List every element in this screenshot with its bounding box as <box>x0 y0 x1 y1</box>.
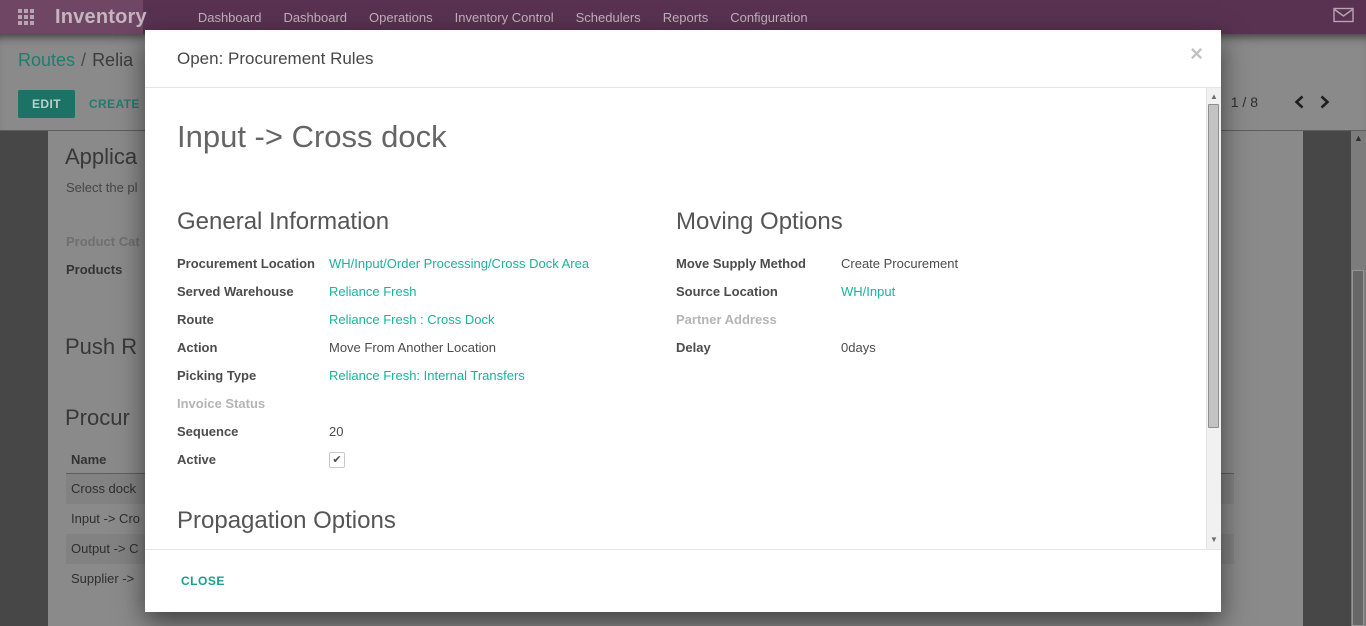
field-label: Action <box>177 340 329 355</box>
field-row: Procurement LocationWH/Input/Order Proce… <box>177 256 676 271</box>
field-value: Move From Another Location <box>329 340 496 355</box>
field-label: Delay <box>676 340 841 355</box>
push-rules-heading: Push R <box>65 334 137 360</box>
navbar-systray <box>1333 7 1354 28</box>
modal-scrollbar-thumb[interactable] <box>1208 104 1219 428</box>
nav-item-inventory-control[interactable]: Inventory Control <box>444 10 565 25</box>
modal-body: Input -> Cross dock General Information … <box>145 88 1221 550</box>
moving-options-heading: Moving Options <box>676 208 1174 236</box>
field-label: Picking Type <box>177 368 329 383</box>
field-value: Create Procurement <box>841 256 958 271</box>
field-row: Picking TypeReliance Fresh: Internal Tra… <box>177 368 676 383</box>
pager-value: 1 / 8 <box>1231 94 1258 110</box>
field-value-link[interactable]: Reliance Fresh <box>329 284 416 299</box>
general-information-section: General Information Procurement Location… <box>177 208 676 481</box>
breadcrumb-routes-link[interactable]: Routes <box>18 50 75 70</box>
field-row: Invoice Status <box>177 396 676 411</box>
control-panel-buttons: EDIT CREATE <box>18 90 140 118</box>
breadcrumb-separator: / <box>75 50 92 70</box>
app-title[interactable]: Inventory <box>55 6 147 29</box>
modal-title: Open: Procurement Rules <box>177 49 374 69</box>
pager-previous-button[interactable] <box>1294 95 1305 109</box>
field-row: Active✔ <box>177 452 676 468</box>
field-label: Move Supply Method <box>676 256 841 271</box>
nav-item-configuration[interactable]: Configuration <box>719 10 818 25</box>
general-information-heading: General Information <box>177 208 676 236</box>
nav-item-reports[interactable]: Reports <box>652 10 720 25</box>
field-row: Served WarehouseReliance Fresh <box>177 284 676 299</box>
moving-options-section: Moving Options Move Supply MethodCreate … <box>676 208 1174 481</box>
procurement-rules-heading: Procur <box>65 405 130 431</box>
field-label: Served Warehouse <box>177 284 329 299</box>
apps-menu-icon[interactable] <box>18 9 34 25</box>
propagation-options-heading: Propagation Options <box>177 507 1174 535</box>
pager-next-button[interactable] <box>1319 95 1330 109</box>
applicable-help-text: Select the pl <box>66 180 138 195</box>
product-categories-label: Product Cat <box>66 234 140 249</box>
close-icon[interactable]: × <box>1190 43 1203 65</box>
page-scrollbar-thumb[interactable] <box>1352 270 1364 626</box>
scroll-down-icon[interactable]: ▼ <box>1207 535 1221 544</box>
field-label: Source Location <box>676 284 841 299</box>
record-title: Input -> Cross dock <box>177 119 1174 155</box>
breadcrumb: Routes/Relia <box>18 50 133 71</box>
field-label: Sequence <box>177 424 329 439</box>
field-label: Invoice Status <box>177 396 329 411</box>
field-value-link[interactable]: Reliance Fresh: Internal Transfers <box>329 368 525 383</box>
field-label: Active <box>177 452 329 467</box>
modal-footer: CLOSE <box>145 550 1221 612</box>
nav-item-operations[interactable]: Operations <box>358 10 444 25</box>
nav-item-dashboard[interactable]: Dashboard <box>272 10 358 25</box>
messages-envelope-icon[interactable] <box>1333 7 1354 28</box>
field-row: Partner Address <box>676 312 1174 327</box>
field-columns: General Information Procurement Location… <box>177 208 1174 481</box>
breadcrumb-current: Relia <box>92 50 133 70</box>
applicable-on-heading: Applica <box>65 144 137 170</box>
modal-scrollbar[interactable]: ▲ ▼ <box>1206 88 1221 549</box>
field-row: RouteReliance Fresh : Cross Dock <box>177 312 676 327</box>
field-row: Move Supply MethodCreate Procurement <box>676 256 1174 271</box>
field-label: Procurement Location <box>177 256 329 271</box>
field-value-link[interactable]: WH/Input <box>841 284 895 299</box>
scroll-up-icon[interactable]: ▲ <box>1207 92 1221 101</box>
edit-button[interactable]: EDIT <box>18 90 75 118</box>
create-button[interactable]: CREATE <box>89 97 140 111</box>
nav-item-schedulers[interactable]: Schedulers <box>565 10 652 25</box>
screen: Inventory DashboardDashboardOperationsIn… <box>0 0 1366 626</box>
field-value-link[interactable]: WH/Input/Order Processing/Cross Dock Are… <box>329 256 589 271</box>
active-checkbox[interactable]: ✔ <box>329 452 345 468</box>
field-value: 20 <box>329 424 343 439</box>
navbar-menu: DashboardDashboardOperationsInventory Co… <box>187 10 819 25</box>
field-label: Route <box>177 312 329 327</box>
close-button[interactable]: CLOSE <box>177 566 229 596</box>
field-row: Source LocationWH/Input <box>676 284 1174 299</box>
pager: 1 / 8 <box>1231 94 1330 110</box>
check-icon: ✔ <box>332 455 341 466</box>
scroll-up-icon[interactable]: ▲ <box>1351 133 1366 143</box>
page-scrollbar[interactable]: ▲ <box>1351 131 1366 626</box>
field-row: Delay0days <box>676 340 1174 355</box>
products-label: Products <box>66 262 122 277</box>
field-value-link[interactable]: Reliance Fresh : Cross Dock <box>329 312 494 327</box>
field-row: Sequence20 <box>177 424 676 439</box>
nav-item-dashboard[interactable]: Dashboard <box>187 10 273 25</box>
field-row: ActionMove From Another Location <box>177 340 676 355</box>
field-label: Partner Address <box>676 312 841 327</box>
procurement-rule-modal: Open: Procurement Rules × Input -> Cross… <box>145 30 1221 612</box>
modal-header: Open: Procurement Rules × <box>145 30 1221 88</box>
field-value: 0days <box>841 340 876 355</box>
top-navbar: Inventory DashboardDashboardOperationsIn… <box>0 0 1366 34</box>
